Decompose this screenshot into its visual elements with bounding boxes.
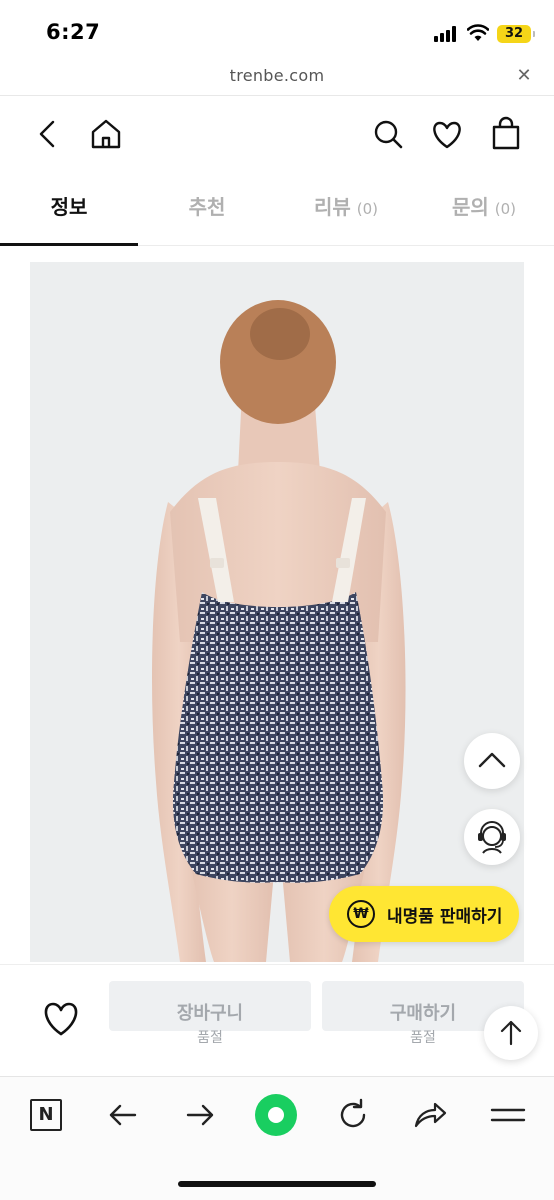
back-arrow-icon[interactable] [101,1093,145,1137]
battery-indicator: 32 [497,25,535,43]
tab-info-label: 정보 [50,195,88,219]
reload-icon[interactable] [331,1093,375,1137]
close-icon[interactable]: ✕ [512,64,536,88]
app-header [0,96,554,172]
menu-icon[interactable] [486,1093,530,1137]
tab-qna[interactable]: 문의 (0) [415,172,553,246]
scroll-up-button[interactable] [464,733,520,789]
home-icon[interactable] [86,114,126,154]
wifi-icon [467,24,489,41]
tab-qna-count: (0) [494,200,517,218]
arrow-up-icon [500,1020,522,1046]
tab-review-count: (0) [356,200,379,218]
tab-review-label: 리뷰 [313,195,351,219]
product-photo-illustration [30,262,524,962]
heart-outline-icon[interactable] [38,995,84,1041]
search-icon[interactable] [368,114,408,154]
chevron-up-icon [478,752,506,768]
url-text[interactable]: trenbe.com [0,66,554,85]
home-indicator [178,1181,376,1187]
forward-arrow-icon[interactable] [178,1093,222,1137]
purchase-action-bar: 장바구니 품절 구매하기 품절 [0,964,554,1074]
add-to-cart-button[interactable]: 장바구니 품절 [109,981,311,1046]
naver-icon[interactable]: N [24,1093,68,1137]
sell-luxury-label: 내명품 판매하기 [387,907,503,927]
tab-recommend[interactable]: 추천 [138,172,276,246]
cart-status: 품절 [197,1030,223,1046]
tab-recommend-label: 추천 [188,195,226,219]
tab-review[interactable]: 리뷰 (0) [277,172,415,246]
customer-support-button[interactable] [464,809,520,865]
share-icon[interactable] [408,1093,452,1137]
scroll-to-top-button[interactable] [484,1006,538,1060]
tab-qna-label: 문의 [451,195,489,219]
naver-badge: N [30,1099,62,1131]
product-image [30,262,524,962]
green-dot-icon[interactable] [254,1093,298,1137]
heart-icon[interactable] [427,114,467,154]
back-icon[interactable] [28,114,68,154]
status-time: 6:27 [46,20,101,44]
headset-agent-icon [478,821,506,854]
cellular-signal-icon [434,26,460,42]
tab-info[interactable]: 정보 [0,172,138,246]
status-bar: 6:27 32 [0,0,554,62]
product-tabs: 정보 추천 리뷰 (0) 문의 (0) [0,172,554,246]
cart-label: 장바구니 [176,1003,244,1024]
url-bar: trenbe.com ✕ [0,62,554,96]
sell-luxury-button[interactable]: ₩ 내명품 판매하기 [329,886,519,942]
won-coin-icon: ₩ [347,900,375,928]
shopping-bag-icon[interactable] [486,114,526,154]
